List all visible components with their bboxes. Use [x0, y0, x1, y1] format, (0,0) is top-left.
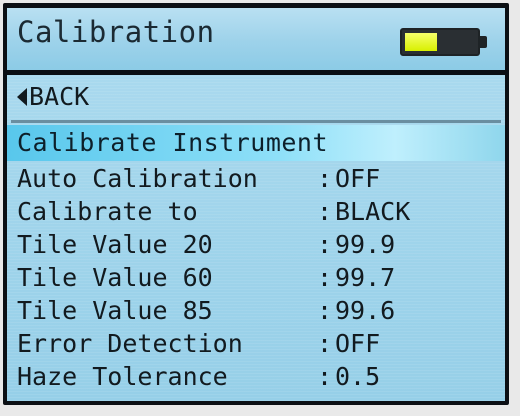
setting-value: 99.6	[335, 296, 396, 325]
setting-value: BLACK	[335, 197, 411, 226]
setting-separator: :	[317, 362, 333, 391]
section-title: Calibrate Instrument	[17, 128, 329, 157]
setting-separator: :	[317, 197, 333, 226]
setting-label: Calibrate to	[17, 197, 198, 226]
battery-terminal	[480, 36, 487, 48]
setting-value: OFF	[335, 329, 381, 358]
settings-row[interactable]: Tile Value 60:99.7	[17, 262, 395, 293]
battery-icon	[400, 28, 480, 56]
setting-separator: :	[317, 230, 333, 259]
settings-row[interactable]: Auto Calibration: OFF	[17, 163, 380, 194]
setting-label: Auto Calibration	[17, 164, 258, 193]
menu-divider	[11, 120, 501, 123]
screen-title: Calibration	[17, 15, 215, 49]
back-arrow-icon	[17, 88, 27, 106]
setting-value: 99.9	[335, 230, 396, 259]
setting-separator: :	[317, 296, 333, 325]
setting-value: OFF	[335, 164, 381, 193]
device-bezel: Calibration BACK Calibrate Instrument Au…	[0, 0, 520, 416]
setting-value: 0.5	[335, 362, 381, 391]
settings-row[interactable]: Tile Value 85:99.6	[17, 295, 395, 326]
setting-label: Error Detection	[17, 329, 243, 358]
setting-label: Tile Value 20	[17, 230, 213, 259]
setting-separator: :	[317, 263, 333, 292]
settings-row[interactable]: Calibrate to: BLACK	[17, 196, 410, 227]
back-button[interactable]: BACK	[17, 81, 89, 112]
setting-label: Tile Value 85	[17, 296, 213, 325]
device-screen: Calibration BACK Calibrate Instrument Au…	[3, 3, 509, 405]
setting-value: 99.7	[335, 263, 396, 292]
setting-label: Tile Value 60	[17, 263, 213, 292]
setting-separator: :	[317, 164, 333, 193]
settings-row[interactable]: Tile Value 20:99.9	[17, 229, 395, 260]
menu-item-calibrate-instrument[interactable]: Calibrate Instrument	[7, 125, 505, 161]
menu-panel: BACK Calibrate Instrument Auto Calibrati…	[7, 75, 505, 401]
settings-row[interactable]: Haze Tolerance:0.5	[17, 361, 380, 392]
setting-label: Haze Tolerance	[17, 362, 228, 391]
back-label: BACK	[29, 82, 90, 111]
battery-level-fill	[405, 33, 437, 51]
title-bar: Calibration	[7, 8, 505, 70]
settings-row[interactable]: Error Detection: OFF	[17, 328, 380, 359]
setting-separator: :	[317, 329, 333, 358]
